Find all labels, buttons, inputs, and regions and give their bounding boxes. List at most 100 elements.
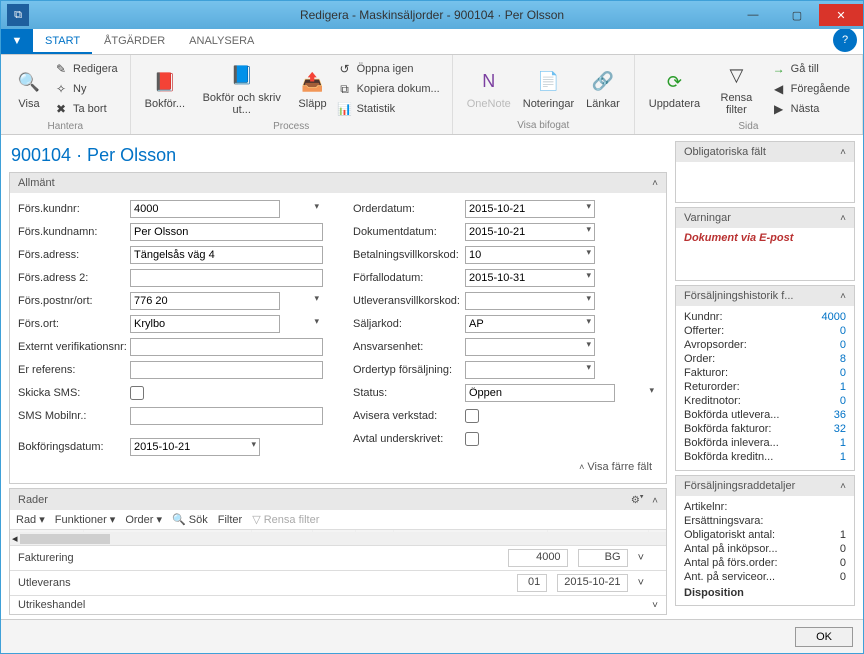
chevron-down-icon: ˅ (652, 600, 658, 611)
subpanel-utleverans[interactable]: Utleverans 012015-10-21˅ (10, 570, 666, 595)
chevron-down-icon: ˅ (638, 577, 644, 589)
field-forspostnrort[interactable] (130, 292, 280, 310)
tab-analysera[interactable]: ANALYSERA (177, 30, 266, 54)
ribbon-noteringar[interactable]: 📄Noteringar (517, 59, 580, 118)
side-historik: Försäljningshistorik f...˄ Kundnr:4000Of… (675, 285, 855, 471)
hist-value[interactable]: 1 (840, 451, 846, 463)
hist-value[interactable]: 0 (840, 339, 846, 351)
field-forskundnr[interactable] (130, 200, 280, 218)
show-fewer-fields[interactable]: ˄ Visa färre fält (18, 457, 658, 477)
checkbox-skickasms[interactable] (130, 386, 144, 400)
grid-order[interactable]: Order ▾ (125, 513, 162, 526)
panel-allmant-header[interactable]: Allmänt˄ (10, 173, 666, 193)
ribbon-lankar[interactable]: 🔗Länkar (580, 59, 626, 118)
field-orderdatum[interactable] (465, 200, 595, 218)
field-smsmobil[interactable] (130, 407, 323, 425)
ribbon-tabort[interactable]: ✖Ta bort (49, 99, 122, 119)
grid-rensafilter[interactable]: ▽ Rensa filter (252, 513, 319, 526)
ribbon-redigera[interactable]: ✎Redigera (49, 59, 122, 79)
hist-value[interactable]: 1 (840, 437, 846, 449)
ribbon-onenote[interactable]: NOneNote (461, 59, 517, 118)
field-erref[interactable] (130, 361, 323, 379)
field-forsadress2[interactable] (130, 269, 323, 287)
field-forfallodatum[interactable] (465, 269, 595, 287)
disposition-label: Disposition (684, 584, 846, 599)
ribbon-gatill[interactable]: →Gå till (767, 59, 854, 79)
ribbon-group-sida: ⟳Uppdatera ▽Rensa filter →Gå till ◀Föreg… (635, 55, 863, 134)
ribbon-bokfor[interactable]: 📕Bokför... (139, 59, 191, 119)
hist-value[interactable]: 4000 (822, 311, 846, 323)
side-historik-header[interactable]: Försäljningshistorik f...˄ (676, 286, 854, 306)
goto-icon: → (771, 61, 787, 77)
subpanel-fakturering[interactable]: Fakturering 4000BG˅ (10, 545, 666, 570)
ribbon-kopiera[interactable]: ⧉Kopiera dokum... (333, 79, 444, 99)
field-forsadress[interactable] (130, 246, 323, 264)
hist-value[interactable]: 0 (840, 367, 846, 379)
post-print-icon: 📘 (228, 62, 256, 90)
side-detaljer-header[interactable]: Försäljningsraddetaljer˄ (676, 476, 854, 496)
ribbon-visa[interactable]: 🔍Visa (9, 59, 49, 119)
panel-rader-header[interactable]: Rader ⚙▾ ˄ (10, 489, 666, 510)
subpanel-utrikes[interactable]: Utrikeshandel˅ (10, 595, 666, 614)
ribbon-nasta[interactable]: ▶Nästa (767, 99, 854, 119)
ribbon-slapp[interactable]: 📤Släpp (292, 59, 332, 119)
post-icon: 📕 (151, 68, 179, 96)
maximize-button[interactable]: ▢ (775, 4, 819, 26)
panel-allmant: Allmänt˄ Förs.kundnr: Förs.kundnamn: För… (9, 172, 667, 484)
ribbon-uppdatera[interactable]: ⟳Uppdatera (643, 59, 706, 119)
titlebar: ⧉ Redigera - Maskinsäljorder - 900104 · … (1, 1, 863, 29)
chevron-up-icon: ˄ (652, 178, 658, 189)
field-ansvarsenhet[interactable] (465, 338, 595, 356)
field-betvillkor[interactable] (465, 246, 595, 264)
field-status[interactable] (465, 384, 615, 402)
ribbon-group-process: 📕Bokför... 📘Bokför och skriv ut... 📤Släp… (131, 55, 453, 134)
page-title: 900104 · Per Olsson (9, 141, 667, 172)
close-button[interactable]: ✕ (819, 4, 863, 26)
field-forskundnamn[interactable] (130, 223, 323, 241)
copy-icon: ⧉ (337, 81, 353, 97)
hist-value[interactable]: 1 (840, 381, 846, 393)
tab-start[interactable]: START (33, 30, 92, 54)
ribbon-bokforskriv[interactable]: 📘Bokför och skriv ut... (191, 59, 292, 119)
field-extverif[interactable] (130, 338, 323, 356)
hist-value[interactable]: 32 (834, 423, 846, 435)
ribbon-ny[interactable]: ✧Ny (49, 79, 122, 99)
menu-tabs: ▼ START ÅTGÄRDER ANALYSERA ? (1, 29, 863, 55)
minimize-button[interactable]: — (731, 4, 775, 26)
clear-filter-icon: ▽ (722, 62, 750, 90)
field-utlevvillkor[interactable] (465, 292, 595, 310)
field-saljarkod[interactable] (465, 315, 595, 333)
app-menu-button[interactable]: ▼ (1, 28, 33, 54)
field-forsort[interactable] (130, 315, 280, 333)
grid-toolbar: Rad ▾ Funktioner ▾ Order ▾ 🔍 Sök Filter … (10, 510, 666, 530)
scroll-left-icon[interactable]: ◂ (12, 532, 18, 545)
footer: OK (1, 619, 863, 653)
prev-icon: ◀ (771, 81, 787, 97)
checkbox-avisera[interactable] (465, 409, 479, 423)
ok-button[interactable]: OK (795, 627, 853, 647)
side-obligatoriska-header[interactable]: Obligatoriska fält˄ (676, 142, 854, 162)
hist-value[interactable]: 8 (840, 353, 846, 365)
checkbox-avtal[interactable] (465, 432, 479, 446)
ribbon-foregaende[interactable]: ◀Föregående (767, 79, 854, 99)
ribbon-rensafilter[interactable]: ▽Rensa filter (706, 59, 767, 119)
help-button[interactable]: ? (833, 28, 857, 52)
grid-sok[interactable]: 🔍 Sök (172, 513, 208, 526)
grid-funktioner[interactable]: Funktioner ▾ (55, 513, 116, 526)
hist-value[interactable]: 0 (840, 325, 846, 337)
ribbon-statistik[interactable]: 📊Statistik (333, 99, 444, 119)
grid-rad[interactable]: Rad ▾ (16, 513, 45, 526)
side-varningar-header[interactable]: Varningar˄ (676, 208, 854, 228)
gear-icon[interactable]: ⚙▾ (631, 495, 643, 506)
field-bokfdatum[interactable] (130, 438, 260, 456)
grid-filter[interactable]: Filter (218, 514, 242, 526)
field-dokumentdatum[interactable] (465, 223, 595, 241)
side-obligatoriska: Obligatoriska fält˄ (675, 141, 855, 203)
hist-value[interactable]: 0 (840, 395, 846, 407)
hist-value[interactable]: 36 (834, 409, 846, 421)
field-ordertyp[interactable] (465, 361, 595, 379)
ribbon-oppna[interactable]: ↺Öppna igen (333, 59, 444, 79)
grid-h-scrollbar[interactable]: ◂ (10, 532, 666, 545)
stats-icon: 📊 (337, 101, 353, 117)
tab-atgarder[interactable]: ÅTGÄRDER (92, 30, 177, 54)
